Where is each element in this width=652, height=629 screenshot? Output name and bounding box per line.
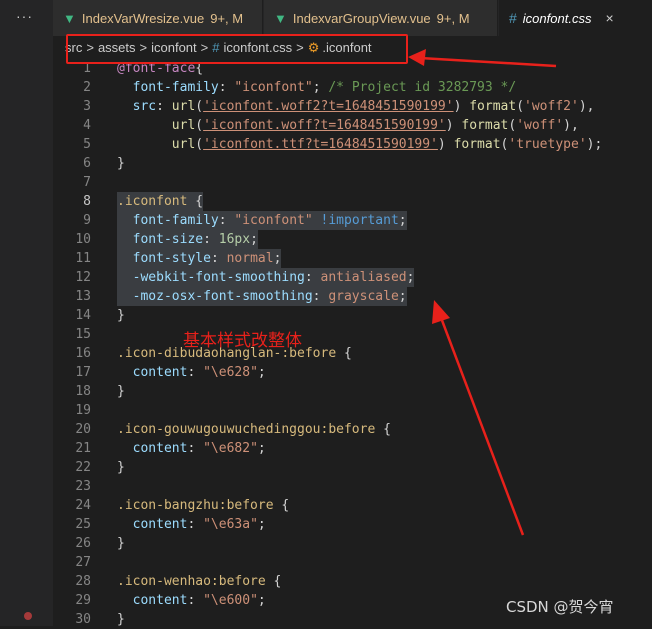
watermark: CSDN @贺今宵	[506, 598, 614, 616]
arrowhead-breadcrumb-icon	[408, 49, 426, 66]
arrow-to-breadcrumb	[419, 56, 557, 68]
annotation-arrows	[408, 49, 557, 536]
arrow-to-selection	[438, 314, 525, 536]
annotation-text: 基本样式改整体	[183, 331, 302, 351]
arrowhead-selection-icon	[432, 300, 450, 324]
